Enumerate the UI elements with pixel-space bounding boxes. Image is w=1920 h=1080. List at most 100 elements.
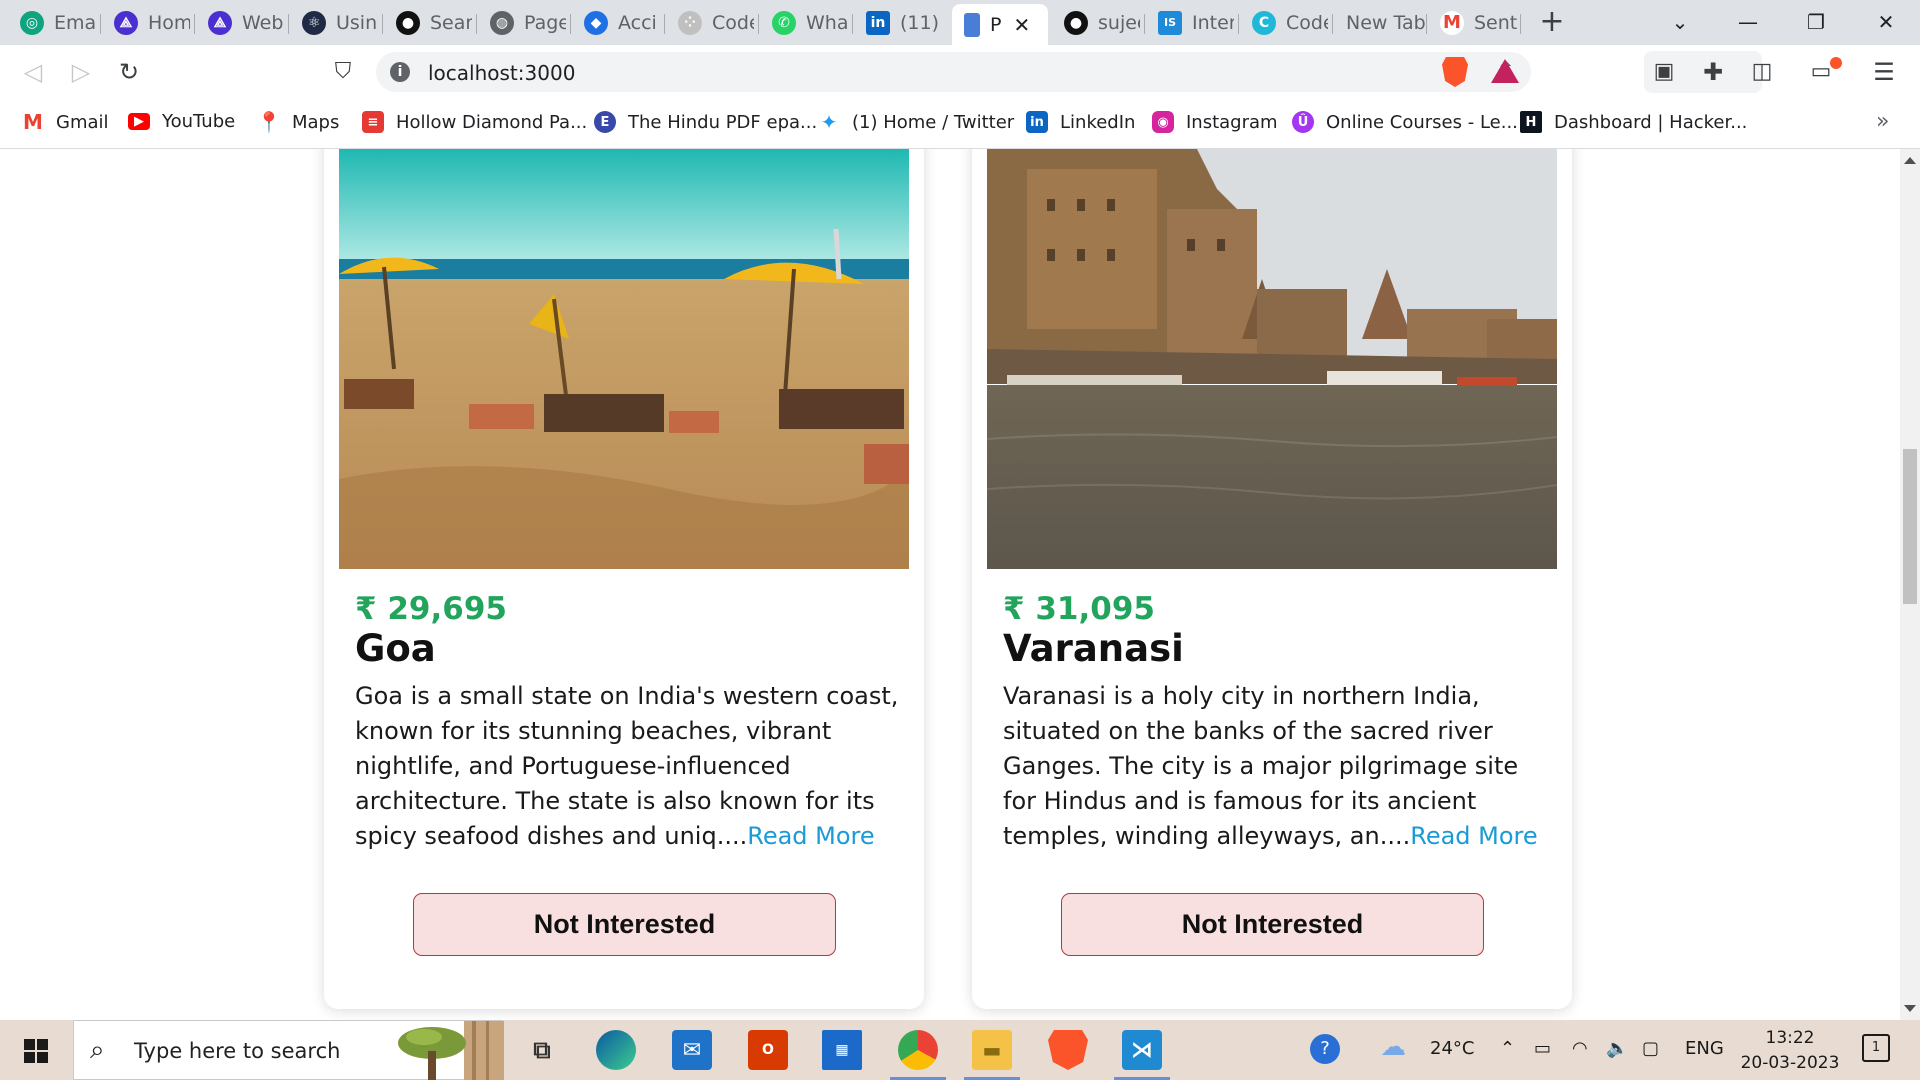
page-scrollbar[interactable] [1900,149,1920,1020]
taskbar-search-box[interactable]: ⌕ Type here to search [73,1020,504,1080]
read-more-link[interactable]: Read More [747,822,874,850]
tab-search-chevron-icon[interactable]: ⌄ [1660,6,1700,38]
temperature-text[interactable]: 24°C [1430,1038,1474,1059]
browser-toolbar: ◁ ▷ ↻ ⛉ i localhost:3000 ⇪ ▣ ✚ ◫ ▭ ☰ [0,45,1920,99]
close-window-button[interactable]: ✕ [1866,6,1906,38]
bookmark-gmail[interactable]: M Gmail [22,110,109,134]
gmail-icon: M [22,110,44,134]
mail-icon[interactable]: ✉ [672,1030,712,1070]
bookmark-icon[interactable]: ⛉ [327,56,359,88]
bookmark-youtube[interactable]: ▶ YouTube [128,111,235,132]
reload-icon[interactable]: ↻ [113,56,145,88]
tab-home[interactable]: ⟁Home [102,6,190,39]
tab-email[interactable]: ◎Email [8,6,96,39]
weather-cloud-icon[interactable]: ☁ [1380,1032,1406,1062]
tab-page[interactable]: ◍ Page [478,6,566,39]
whatsapp-icon: ✆ [772,10,796,35]
back-arrow-icon[interactable]: ◁ [17,56,49,88]
edge-e-icon: E [594,111,616,133]
maps-pin-icon: 📍 [256,110,282,134]
scaler-icon: ⟁ [208,10,232,35]
tab-search[interactable]: ●Search [384,6,472,39]
atlassian-icon: ◆ [584,10,608,35]
scaler-icon: ⟁ [114,10,138,35]
menu-icon[interactable]: ☰ [1868,56,1900,88]
forward-arrow-icon[interactable]: ▷ [65,56,97,88]
minimize-button[interactable]: — [1728,6,1768,38]
tab-close-icon[interactable]: ✕ [1013,13,1030,37]
openai-icon: ◎ [20,10,44,35]
office-icon[interactable]: O [748,1030,788,1070]
github-icon: ● [396,10,420,35]
hackerrank-icon: H [1520,111,1542,133]
sidebar-icon[interactable]: ◫ [1746,56,1778,88]
clock[interactable]: 13:22 20-03-2023 [1735,1026,1845,1076]
vscode-icon[interactable]: ⋊ [1114,1030,1170,1080]
brave-rewards-icon[interactable] [1491,59,1519,83]
store-icon[interactable]: ▦ [822,1030,862,1070]
scroll-up-icon[interactable] [1904,157,1916,164]
bookmark-hackerrank[interactable]: H Dashboard | Hacker... [1520,111,1747,133]
linkedin-icon: in [1026,111,1048,133]
tray-overflow-icon[interactable]: ⌃ [1500,1038,1515,1059]
brave-browser-icon[interactable] [1048,1030,1088,1070]
language-indicator[interactable]: ENG [1685,1038,1724,1059]
destination-title: Varanasi [1003,627,1184,670]
search-highlight-tree-icon [398,1021,504,1080]
bookmarks-overflow-icon[interactable]: » [1876,109,1889,134]
bookmark-online-courses[interactable]: Û Online Courses - Le... [1292,111,1518,133]
tab-inter[interactable]: IS Inter [1146,6,1234,39]
globe-icon: ◍ [490,10,514,35]
tab-whatsapp[interactable]: ✆What [760,6,848,39]
bookmark-the-hindu[interactable]: E The Hindu PDF epa... [594,111,817,133]
tab-active-p[interactable]: P ✕ [952,4,1048,45]
interviewbit-icon: IS [1158,10,1182,35]
search-icon: ⌕ [90,1035,105,1065]
address-bar[interactable]: i localhost:3000 ⇪ [376,52,1531,92]
tab-sent[interactable]: M Sent [1428,6,1518,39]
clock-time: 13:22 [1765,1028,1815,1048]
wifi-icon[interactable]: ◠ [1572,1038,1588,1059]
scrollbar-thumb[interactable] [1903,449,1917,604]
tab-acci[interactable]: ◆ Acci [572,6,660,39]
bookmark-instagram[interactable]: ◉ Instagram [1152,111,1278,133]
volume-icon[interactable]: 🔈 [1606,1038,1628,1059]
tab-web[interactable]: ⟁ Web [196,6,284,39]
search-placeholder[interactable]: Type here to search [134,1039,340,1063]
read-more-link[interactable]: Read More [1410,822,1537,850]
windows-taskbar: ⌕ Type here to search ⧉ ✉ O ▦ ▬ ⋊ ? ☁ 24… [0,1020,1920,1080]
bookmark-twitter[interactable]: ✦ (1) Home / Twitter [818,110,1014,134]
battery-icon[interactable]: ▭ [1534,1038,1551,1059]
destination-description: Goa is a small state on India's western … [355,679,903,854]
task-view-icon[interactable]: ⧉ [522,1030,562,1070]
notification-center-icon[interactable]: 1 [1862,1034,1890,1062]
price-label: ₹ 29,695 [355,591,507,627]
edge-browser-icon[interactable] [596,1030,636,1070]
cc-icon: C [1252,10,1276,35]
chrome-icon[interactable] [890,1030,946,1080]
restore-button[interactable]: ❐ [1796,6,1836,38]
scroll-down-icon[interactable] [1904,1005,1916,1012]
bookmark-linkedin[interactable]: in LinkedIn [1026,111,1135,133]
tab-using[interactable]: ⚛Using [290,6,378,39]
extensions-puzzle-icon[interactable]: ✚ [1697,56,1729,88]
new-tab-button[interactable]: + [1536,6,1568,38]
tab-sujee[interactable]: ●sujee [1052,6,1140,39]
tab-code[interactable]: ⁘Code [666,6,754,39]
windows-start-icon[interactable] [24,1039,48,1063]
help-icon[interactable]: ? [1310,1034,1340,1064]
site-info-icon[interactable]: i [390,62,410,82]
tab-linkedin[interactable]: in (11) [854,6,942,39]
tab-code-2[interactable]: CCode [1240,6,1328,39]
picture-in-picture-icon[interactable]: ▣ [1648,56,1680,88]
bookmark-hollow-diamond[interactable]: ≡ Hollow Diamond Pa... [362,111,587,133]
tab-strip: ◎Email ⟁Home ⟁Web ⚛Using ●Search ◍Page ◆… [0,0,1920,45]
meet-now-icon[interactable]: ▢ [1642,1038,1659,1059]
url-text[interactable]: localhost:3000 [428,61,575,85]
notification-dot [1830,57,1842,69]
tab-new-tab[interactable]: New Tab [1334,6,1430,39]
file-explorer-icon[interactable]: ▬ [964,1030,1020,1080]
not-interested-button[interactable]: Not Interested [413,893,836,956]
not-interested-button[interactable]: Not Interested [1061,893,1484,956]
bookmark-maps[interactable]: 📍 Maps [256,110,340,134]
